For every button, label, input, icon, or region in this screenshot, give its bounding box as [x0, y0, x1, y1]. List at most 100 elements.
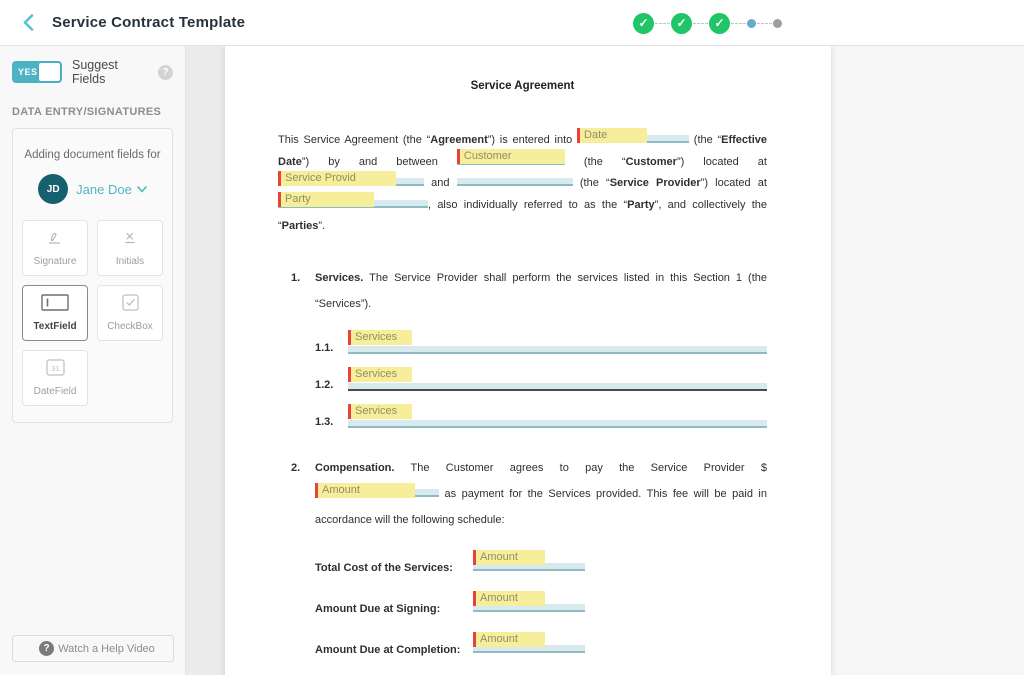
numbered-section: 1.Services. The Service Provider shall p…: [278, 265, 767, 317]
field-tag[interactable]: Amount: [473, 591, 545, 606]
text-field[interactable]: Amount: [473, 603, 585, 615]
section-number: 2.: [278, 455, 315, 533]
section-number: 1.: [278, 265, 315, 317]
text-field[interactable]: Party: [278, 195, 428, 217]
field-blank[interactable]: [348, 346, 767, 354]
chevron-down-icon: [137, 186, 147, 193]
tool-label: DateField: [34, 386, 77, 397]
sub-item: 1.1.Services: [315, 330, 767, 354]
bold-term: Parties: [282, 220, 319, 232]
field-tag[interactable]: Amount: [473, 550, 545, 565]
tool-label: Signature: [34, 256, 77, 267]
assignee-card: Adding document fields for JD Jane Doe S…: [12, 128, 173, 423]
section-heading: DATA ENTRY/SIGNATURES: [12, 106, 173, 118]
tool-initials-button[interactable]: Initials: [97, 220, 163, 276]
top-header: Service Contract Template ✓✓✓: [0, 0, 1024, 46]
svg-text:31: 31: [51, 364, 59, 373]
field-tools-grid: Signature Initials TextField CheckBox 31 Date…: [22, 220, 163, 406]
step-connector: [731, 23, 746, 24]
progress-steps: ✓✓✓: [633, 0, 782, 46]
signature-icon: [46, 230, 64, 251]
step-upcoming-dot: [773, 19, 782, 28]
bold-term: Agreement: [430, 134, 487, 146]
document-sections: 1.Services. The Service Provider shall p…: [278, 265, 767, 675]
suggest-fields-help-icon[interactable]: ?: [158, 65, 173, 80]
text-field[interactable]: Amount: [315, 481, 439, 507]
toggle-on-label: YES: [18, 67, 38, 77]
assignee-caption: Adding document fields for: [13, 149, 172, 161]
toggle-knob: [39, 63, 60, 81]
tool-label: Initials: [116, 256, 144, 267]
field-tag[interactable]: Amount: [315, 483, 415, 498]
document-body: Service Agreement This Service Agreement…: [225, 46, 831, 675]
sub-item: 1.3.Services: [315, 404, 767, 428]
text-field[interactable]: Amount: [473, 644, 585, 656]
field-tag[interactable]: Services: [348, 330, 412, 345]
field-tag[interactable]: Date: [577, 128, 647, 143]
field-tag[interactable]: Party: [278, 192, 374, 207]
text-field[interactable]: Amount: [473, 562, 585, 574]
assignee-dropdown[interactable]: JD Jane Doe: [13, 174, 172, 204]
field-tag[interactable]: Services: [348, 367, 412, 382]
step-done-check-icon: ✓: [633, 13, 654, 34]
schedule-row: Total Cost of the Services:Amount: [315, 550, 767, 574]
document-page: Service Agreement This Service Agreement…: [225, 46, 831, 675]
field-tag[interactable]: Service Provid: [278, 171, 396, 186]
suggest-fields-row: YES Suggest Fields ?: [12, 58, 173, 86]
text-field[interactable]: Customer: [457, 152, 565, 174]
datefield-icon: 31: [46, 359, 65, 381]
field-blank[interactable]: [457, 178, 573, 186]
suggest-fields-toggle[interactable]: YES: [12, 61, 62, 83]
back-button[interactable]: [18, 13, 38, 33]
schedule-label: Amount Due at Completion:: [315, 644, 473, 656]
text-field[interactable]: Services: [348, 420, 767, 428]
tool-datefield-button[interactable]: 31 DateField: [22, 350, 88, 406]
field-blank[interactable]: [348, 383, 767, 391]
field-tag[interactable]: Amount: [473, 632, 545, 647]
text-field[interactable]: Services: [348, 383, 767, 391]
step-connector: [757, 23, 772, 24]
section-heading: Services.: [315, 272, 363, 284]
step-done-check-icon: ✓: [671, 13, 692, 34]
tool-checkbox-button[interactable]: CheckBox: [97, 285, 163, 341]
field-tag[interactable]: Customer: [457, 149, 565, 164]
app-window: Service Contract Template ✓✓✓ YES Sugges…: [0, 0, 1024, 675]
text-field[interactable]: Date: [577, 130, 689, 152]
schedule-row: Amount Due at Signing:Amount: [315, 591, 767, 615]
section-heading: Compensation.: [315, 462, 394, 474]
tool-label: TextField: [33, 321, 76, 332]
question-icon: ?: [39, 641, 54, 656]
schedule-row: Amount Due at Completion:Amount: [315, 632, 767, 656]
step-current-dot: [747, 19, 756, 28]
sub-item-number: 1.2.: [315, 379, 348, 391]
field-blank[interactable]: [348, 420, 767, 428]
text-field[interactable]: [457, 173, 573, 195]
bold-term: Service Provider: [610, 177, 701, 189]
bold-term: Party: [627, 199, 655, 211]
section-text: Services. The Service Provider shall per…: [315, 265, 767, 317]
schedule-label: Total Cost of the Services:: [315, 562, 473, 574]
avatar: JD: [38, 174, 68, 204]
section-text: Compensation. The Customer agrees to pay…: [315, 455, 767, 533]
document-canvas: Service Agreement This Service Agreement…: [186, 46, 1024, 675]
bold-term: Customer: [626, 156, 677, 168]
page-title: Service Contract Template: [52, 14, 245, 31]
assignee-name: Jane Doe: [76, 182, 132, 197]
document-title: Service Agreement: [278, 80, 767, 92]
text-field[interactable]: Services: [348, 346, 767, 354]
initials-icon: [122, 230, 138, 251]
intro-paragraph: This Service Agreement (the “Agreement”)…: [278, 130, 767, 238]
sub-item-number: 1.1.: [315, 342, 348, 354]
sidebar: YES Suggest Fields ? DATA ENTRY/SIGNATUR…: [0, 46, 186, 675]
schedule-label: Amount Due at Signing:: [315, 603, 473, 615]
tool-signature-button[interactable]: Signature: [22, 220, 88, 276]
suggest-fields-label: Suggest Fields: [72, 58, 151, 86]
help-video-button[interactable]: ? Watch a Help Video: [12, 635, 174, 662]
sub-item: 1.2.Services: [315, 367, 767, 391]
step-connector: [655, 23, 670, 24]
numbered-section: 2.Compensation. The Customer agrees to p…: [278, 455, 767, 533]
field-tag[interactable]: Services: [348, 404, 412, 419]
help-video-label: Watch a Help Video: [54, 643, 173, 655]
tool-textfield-button[interactable]: TextField: [22, 285, 88, 341]
textfield-icon: [41, 294, 69, 316]
